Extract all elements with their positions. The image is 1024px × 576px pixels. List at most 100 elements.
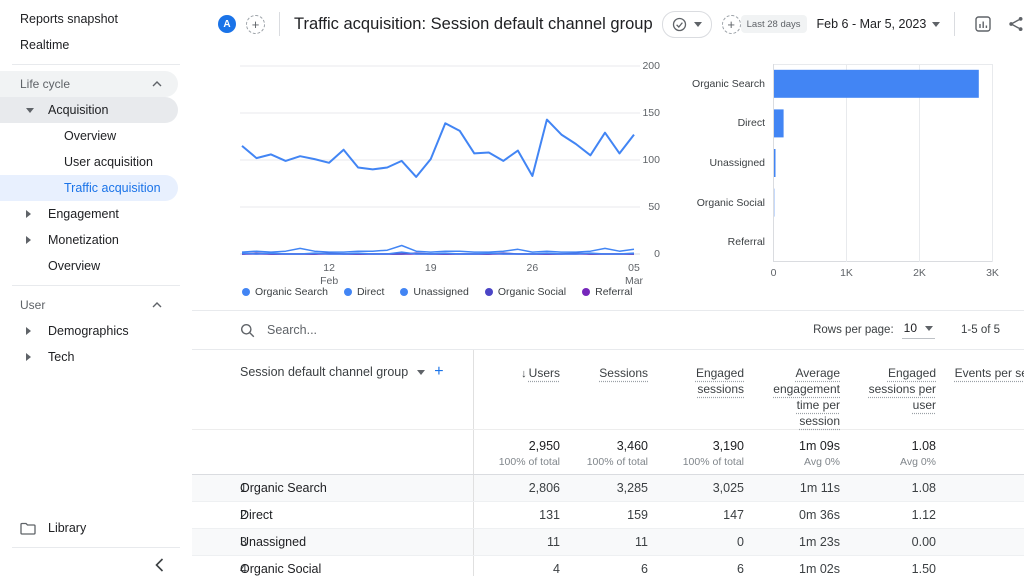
add-dimension-button[interactable]: + [434, 365, 443, 379]
share-icon[interactable] [1008, 16, 1024, 32]
collapse-nav-button[interactable] [155, 558, 164, 572]
totals-cell: 2,950 100% of total [474, 430, 562, 474]
legend-item-unassigned[interactable]: Unassigned [400, 286, 468, 298]
sidebar-item-label: Life cycle [20, 77, 70, 91]
metric-cell: 131 [474, 508, 562, 522]
sidebar-item-label: Monetization [48, 233, 119, 247]
sidebar-item-traffic-acquisition[interactable]: Traffic acquisition [0, 175, 178, 201]
sidebar-item-reports-snapshot[interactable]: Reports snapshot [0, 6, 192, 32]
sidebar-divider [12, 285, 180, 286]
metric-cell: 1m 23s [746, 535, 842, 549]
column-header-engaged-sessions-per-user[interactable]: Engaged sessions per user [842, 350, 938, 429]
metric-cell: 4 [474, 562, 562, 576]
totals-cell [938, 430, 1024, 474]
totals-subtext: 100% of total [474, 456, 560, 468]
legend-dot [344, 288, 352, 296]
search-input[interactable] [265, 322, 813, 338]
column-header-average-engagement-time-per-session[interactable]: Average engagement time per session [746, 350, 842, 429]
column-header-label: Users [529, 366, 560, 380]
bar-category-label: Referral [690, 222, 773, 262]
sidebar-item-monetization[interactable]: Monetization [0, 227, 178, 253]
dimension-header-label[interactable]: Session default channel group [240, 365, 408, 379]
bar-chart-plot-area: 01K2K3K [773, 64, 1001, 267]
caret-down-icon[interactable] [417, 370, 425, 375]
sidebar-item-tech[interactable]: Tech [0, 344, 178, 370]
sidebar-item-engagement[interactable]: Engagement [0, 201, 178, 227]
sidebar-item-label: Demographics [48, 324, 129, 338]
column-header-events-per-session[interactable]: Events per session [938, 350, 1024, 429]
sidebar-item-label: User acquisition [64, 155, 153, 169]
table-row[interactable]: 4Organic Social4661m 02s1.50 [192, 556, 1024, 576]
sidebar-item-library[interactable]: Library [0, 515, 192, 541]
caret-slot [26, 353, 48, 361]
column-header-engaged-sessions[interactable]: Engaged sessions [650, 350, 746, 429]
caret-down-icon [694, 22, 702, 27]
main-content: A + Traffic acquisition: Session default… [192, 0, 1024, 576]
legend-label: Unassigned [413, 286, 468, 298]
legend-item-organic-social[interactable]: Organic Social [485, 286, 566, 298]
caret-slot [26, 108, 48, 113]
report-status-pill[interactable] [662, 11, 712, 38]
customize-report-icon[interactable] [975, 16, 992, 33]
sidebar-item-label: User [20, 298, 45, 312]
table-header-row: Session default channel group + ↓UsersSe… [192, 350, 1024, 430]
table-row[interactable]: 3Unassigned111101m 23s0.00 [192, 529, 1024, 556]
table-body: 1Organic Search2,8063,2853,0251m 11s1.08… [192, 475, 1024, 576]
table-row[interactable]: 1Organic Search2,8063,2853,0251m 11s1.08 [192, 475, 1024, 502]
comparison-avatar-chip[interactable]: A [218, 15, 236, 33]
sidebar-item-realtime[interactable]: Realtime [0, 32, 192, 58]
metric-cell: 1m 02s [746, 562, 842, 576]
legend-item-referral[interactable]: Referral [582, 286, 632, 298]
bar-x-tick-label: 0 [771, 267, 777, 279]
caret-down-icon [925, 326, 933, 331]
column-header-users[interactable]: ↓Users [474, 350, 562, 429]
chart-legend: Organic Search Direct Unassigned Organic So… [242, 286, 632, 298]
bar-chart-plot [773, 64, 999, 262]
add-report-tab-button[interactable]: + [722, 15, 741, 34]
caret-slot [26, 210, 48, 218]
sidebar-item-overview[interactable]: Overview [0, 123, 178, 149]
column-header-label: Engaged sessions [696, 366, 744, 396]
metric-cell: 1.08 [842, 481, 938, 495]
totals-dimension-cell [192, 430, 474, 474]
avatar-letter: A [223, 19, 230, 30]
sidebar-item-user[interactable]: User [0, 292, 178, 318]
table-row[interactable]: 2Direct1311591470m 36s1.12 [192, 502, 1024, 529]
legend-item-direct[interactable]: Direct [344, 286, 384, 298]
legend-dot [582, 288, 590, 296]
bar-chart-category-labels: Organic SearchDirectUnassignedOrganic So… [690, 64, 773, 267]
metric-cell: 147 [650, 508, 746, 522]
table-totals-row: 2,950 100% of total3,460100% of total 3,19… [192, 430, 1024, 475]
row-dimension-cell: 4Organic Social [192, 556, 474, 576]
totals-value: 2,950 [474, 439, 560, 453]
sidebar-item-life-cycle[interactable]: Life cycle [0, 71, 178, 97]
caret-down-icon[interactable] [932, 22, 940, 27]
folder-icon [20, 522, 36, 535]
sidebar-item-demographics[interactable]: Demographics [0, 318, 178, 344]
column-header-sessions[interactable]: Sessions [562, 350, 650, 429]
bar-x-tick-label: 1K [840, 267, 853, 279]
collapse-nav-row [0, 554, 192, 576]
metric-cell: 0 [650, 535, 746, 549]
sort-desc-icon: ↓ [521, 368, 527, 380]
rows-per-page-select[interactable]: 10 [902, 321, 935, 339]
sidebar-item-acquisition[interactable]: Acquisition [0, 97, 178, 123]
totals-value: 1.08 [842, 439, 936, 453]
header-right-group: Last 28 days Feb 6 - Mar 5, 2023 [741, 12, 1024, 36]
bar-x-tick-label: 3K [986, 267, 999, 279]
metric-cell: 11 [474, 535, 562, 549]
sidebar-item-user-acquisition[interactable]: User acquisition [0, 149, 178, 175]
sidebar-item-overview[interactable]: Overview [0, 253, 178, 279]
plus-icon: + [252, 17, 260, 32]
metric-cell: 11 [562, 535, 650, 549]
add-comparison-button[interactable]: + [246, 15, 265, 34]
channel-name: Unassigned [240, 535, 306, 549]
column-header-label: Events per session [955, 366, 1024, 380]
legend-dot [242, 288, 250, 296]
totals-cell: 1m 09sAvg 0% [746, 430, 842, 474]
legend-item-organic-search[interactable]: Organic Search [242, 286, 328, 298]
totals-value: 3,460 [562, 439, 648, 453]
date-range-label[interactable]: Feb 6 - Mar 5, 2023 [817, 17, 927, 31]
totals-value: 3,190 [650, 439, 744, 453]
legend-dot [485, 288, 493, 296]
